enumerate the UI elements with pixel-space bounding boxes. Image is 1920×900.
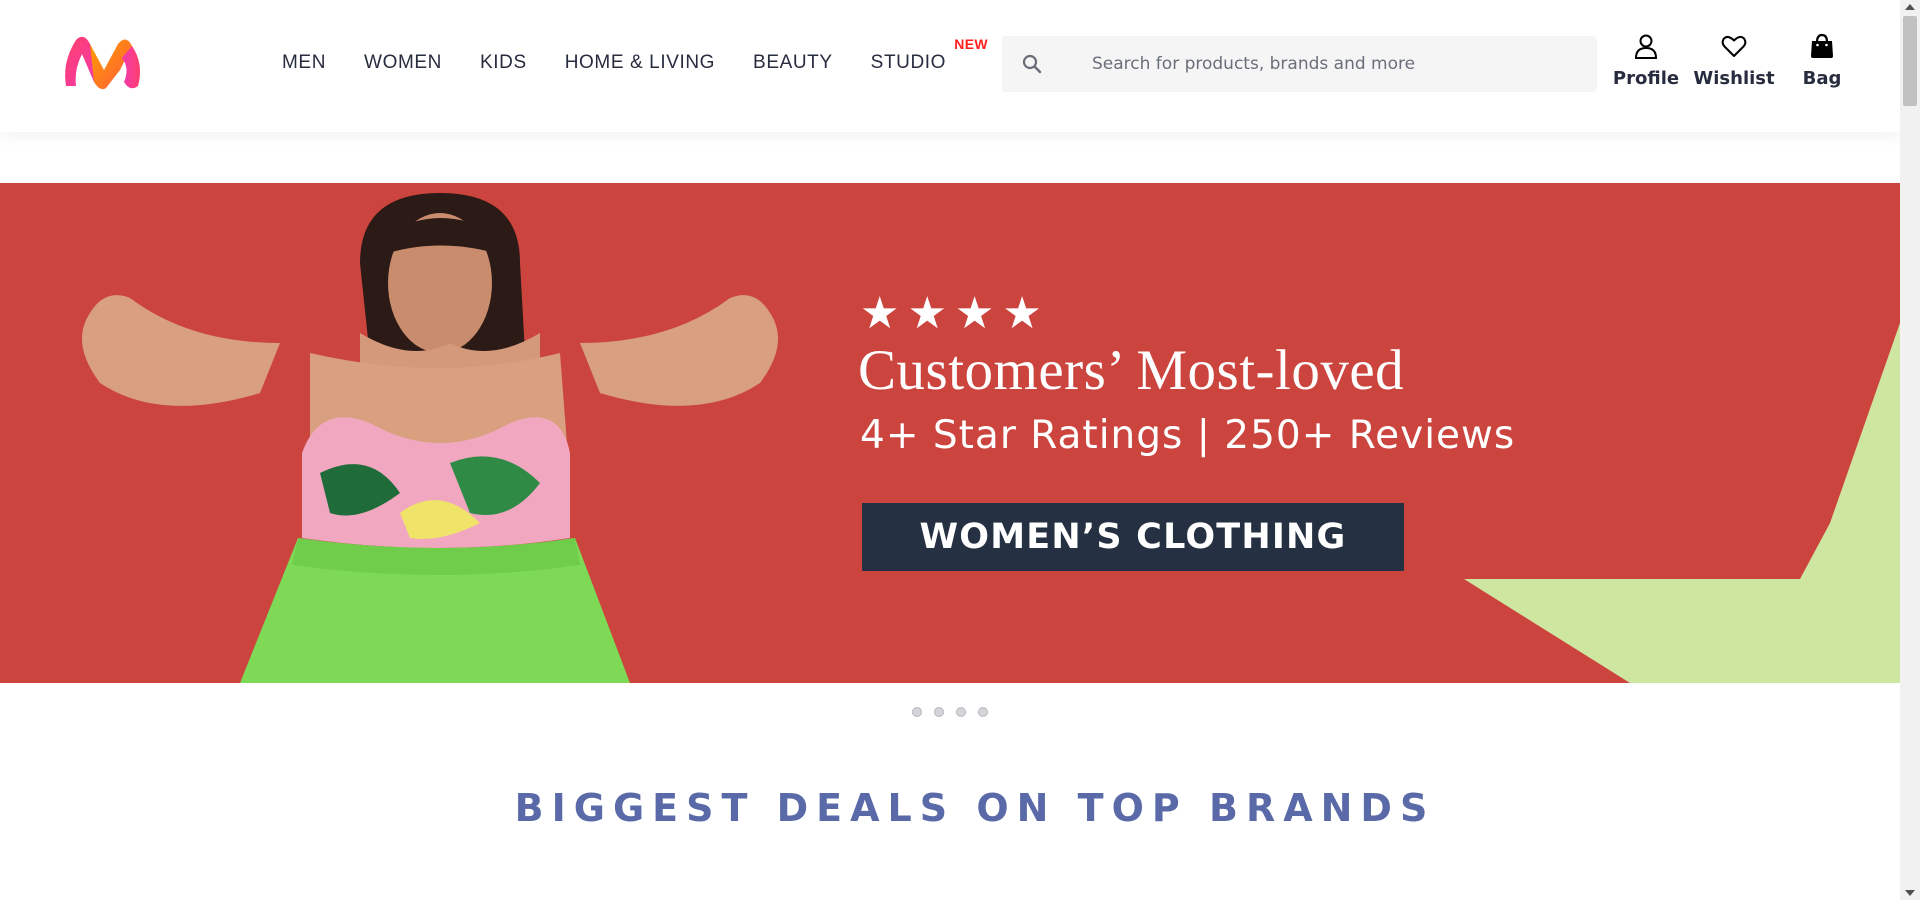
brand-logo-icon[interactable]: [60, 34, 144, 92]
nav-item-beauty[interactable]: BEAUTY: [753, 52, 833, 74]
profile-button[interactable]: Profile: [1602, 32, 1690, 89]
banner-title: Customers’ Most-loved: [858, 339, 1405, 402]
header-actions: Profile Wishlist Bag: [1602, 32, 1866, 89]
scroll-down-arrow-icon[interactable]: [1905, 890, 1915, 896]
section-title: BIGGEST DEALS ON TOP BRANDS: [514, 786, 1436, 830]
carousel-dots: [912, 707, 988, 717]
carousel-dot-3[interactable]: [956, 707, 966, 717]
search-input[interactable]: [1092, 54, 1552, 74]
nav-label: HOME & LIVING: [564, 52, 716, 73]
bag-button[interactable]: Bag: [1778, 32, 1866, 89]
header: MEN WOMEN KIDS HOME & LIVING BEAUTY STUD…: [0, 0, 1900, 132]
banner-subtitle: 4+ Star Ratings | 250+ Reviews: [860, 413, 1516, 458]
wishlist-button[interactable]: Wishlist: [1690, 32, 1778, 89]
womens-clothing-button[interactable]: WOMEN’S CLOTHING: [862, 503, 1404, 571]
scroll-thumb[interactable]: [1903, 16, 1917, 106]
profile-label: Profile: [1612, 68, 1680, 89]
search-icon[interactable]: [1020, 52, 1044, 76]
profile-icon: [1634, 34, 1658, 59]
nav-label: BEAUTY: [753, 52, 833, 73]
carousel-dot-2[interactable]: [934, 707, 944, 717]
wishlist-label: Wishlist: [1693, 68, 1775, 89]
carousel-dot-4[interactable]: [978, 707, 988, 717]
heart-icon: [1721, 35, 1747, 57]
nav-item-studio[interactable]: STUDIO NEW: [870, 36, 988, 74]
search-bar: [1002, 36, 1597, 92]
new-badge: NEW: [954, 36, 989, 52]
model-image: [82, 193, 778, 683]
nav-item-home-living[interactable]: HOME & LIVING: [565, 52, 715, 74]
main-nav: MEN WOMEN KIDS HOME & LIVING BEAUTY STUD…: [282, 36, 988, 74]
nav-label: WOMEN: [364, 52, 442, 73]
nav-item-women[interactable]: WOMEN: [364, 52, 442, 74]
nav-item-men[interactable]: MEN: [282, 52, 326, 74]
bag-icon: [1811, 33, 1833, 58]
page: MEN WOMEN KIDS HOME & LIVING BEAUTY STUD…: [0, 0, 1900, 900]
scroll-up-arrow-icon[interactable]: [1905, 4, 1915, 10]
bag-label: Bag: [1802, 68, 1842, 89]
rating-stars: ★★★★: [860, 288, 1050, 339]
nav-label: KIDS: [479, 52, 527, 73]
nav-item-kids[interactable]: KIDS: [480, 52, 527, 74]
scrollbar[interactable]: [1900, 0, 1920, 900]
nav-label: MEN: [282, 52, 327, 73]
nav-label: STUDIO: [870, 52, 947, 73]
hero-banner[interactable]: ★★★★ Customers’ Most-loved 4+ Star Ratin…: [0, 183, 1900, 683]
carousel-dot-1[interactable]: [912, 707, 922, 717]
